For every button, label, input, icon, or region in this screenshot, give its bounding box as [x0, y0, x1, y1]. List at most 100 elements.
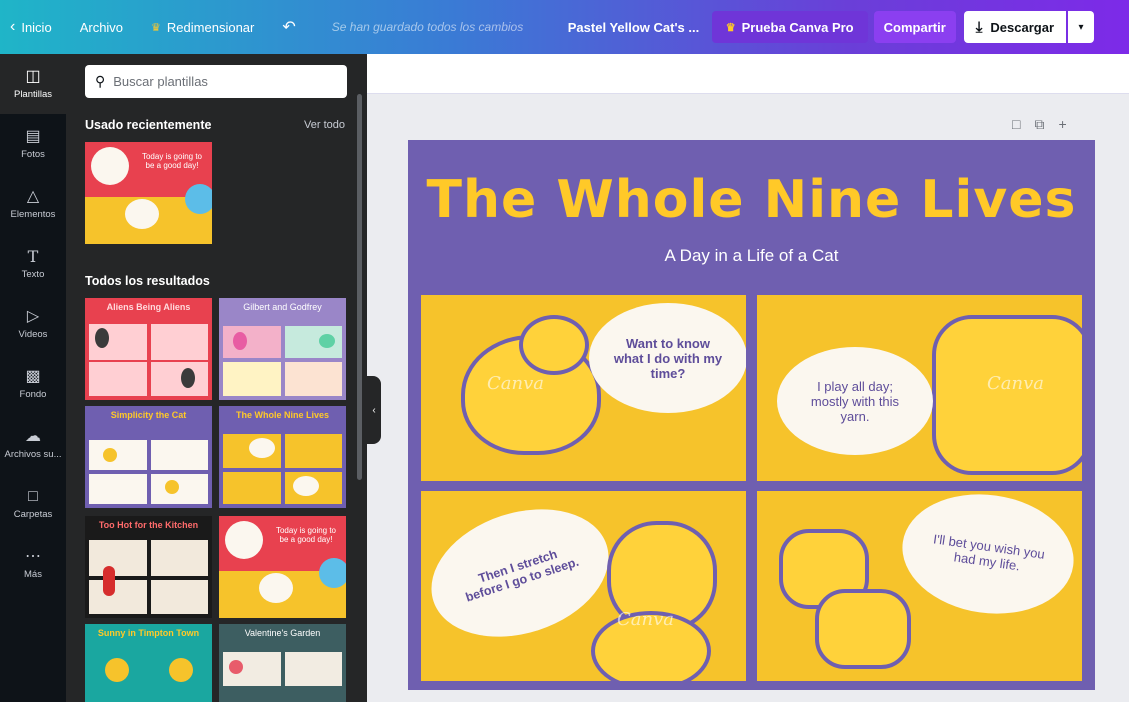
- cat-head: [519, 315, 589, 375]
- more-icon: ⋯: [25, 547, 41, 565]
- panel-bg: [285, 652, 342, 686]
- chevron-left-icon: ‹: [10, 18, 16, 35]
- download-icon: ⤓: [975, 18, 983, 36]
- bean-character: [233, 332, 247, 350]
- recent-template-thumbnail[interactable]: Today is going to be a good day!: [85, 142, 212, 244]
- template-sunny-in-timpton-town[interactable]: Sunny in Timpton Town: [85, 624, 212, 702]
- panel-bg: [151, 440, 208, 470]
- page-tools: □ ⧉ +: [1012, 116, 1067, 133]
- speech-bubble: [293, 476, 319, 496]
- panel-scrollbar[interactable]: [357, 94, 362, 480]
- cloud-character: [125, 199, 159, 229]
- resize-button[interactable]: ♛ Redimensionar: [135, 0, 266, 54]
- panel-bg: [223, 362, 281, 396]
- panel-bg: [151, 362, 208, 396]
- background-icon: ▩: [25, 367, 41, 385]
- share-button[interactable]: Compartir: [873, 11, 956, 43]
- download-options-button[interactable]: ▾: [1068, 11, 1095, 43]
- template-gilbert-and-godfrey[interactable]: Gilbert and Godfrey: [219, 298, 346, 400]
- comic-panel-4[interactable]: I'll bet you wish you had my life.: [757, 491, 1082, 681]
- cloud-character: [259, 573, 293, 603]
- panel-bg: [285, 434, 342, 468]
- cat-character: [103, 448, 117, 462]
- note-icon[interactable]: □: [1012, 116, 1020, 133]
- speech-bubble: [249, 438, 275, 458]
- design-canvas[interactable]: The Whole Nine Lives A Day in a Life of …: [408, 140, 1095, 690]
- templates-panel: ⚲ Buscar plantillas Usado recientemente …: [66, 54, 367, 702]
- template-aliens-being-aliens[interactable]: Aliens Being Aliens: [85, 298, 212, 400]
- canva-watermark: Canva: [987, 373, 1044, 394]
- design-subtitle[interactable]: A Day in a Life of a Cat: [408, 246, 1095, 266]
- speech-bubble-3[interactable]: Then I stretch before I go to sleep.: [421, 491, 626, 659]
- folder-icon: □: [28, 487, 38, 505]
- speech-bubble-4[interactable]: I'll bet you wish you had my life.: [894, 491, 1082, 625]
- template-icon: ◫: [25, 67, 41, 85]
- nav-background[interactable]: ▩ Fondo: [0, 354, 66, 414]
- blue-circle: [319, 558, 346, 588]
- panel-bg: [151, 474, 208, 504]
- chevron-left-icon: ‹: [372, 404, 376, 416]
- template-simplicity-the-cat[interactable]: Simplicity the Cat: [85, 406, 212, 508]
- cat-character: [815, 589, 911, 669]
- duplicate-icon[interactable]: ⧉: [1034, 116, 1044, 133]
- text-icon: T: [27, 246, 39, 266]
- design-title[interactable]: The Whole Nine Lives: [408, 170, 1095, 230]
- nav-videos[interactable]: ▷ Videos: [0, 294, 66, 354]
- search-icon: ⚲: [95, 73, 106, 89]
- bean-character: [319, 334, 335, 348]
- panel-bg: [89, 474, 147, 504]
- template-good-day[interactable]: Today is going to be a good day!: [219, 516, 346, 618]
- panel-bg: [151, 540, 208, 576]
- top-bar: ‹ Inicio Archivo ♛ Redimensionar ↶ Se ha…: [0, 0, 1129, 54]
- document-title[interactable]: Pastel Yellow Cat's ...: [558, 0, 706, 54]
- sun-character: [105, 658, 129, 682]
- template-too-hot-for-the-kitchen[interactable]: Too Hot for the Kitchen: [85, 516, 212, 618]
- speech-bubble-1[interactable]: Want to know what I do with my time?: [589, 303, 746, 413]
- file-menu[interactable]: Archivo: [64, 0, 135, 54]
- nav-elements[interactable]: △ Elementos: [0, 174, 66, 234]
- speech-bubble-2[interactable]: I play all day; mostly with this yarn.: [777, 347, 933, 455]
- see-all-link[interactable]: Ver todo: [304, 119, 345, 131]
- panel-bg: [89, 580, 147, 614]
- download-button[interactable]: ⤓ Descargar: [963, 11, 1067, 43]
- cloud-character: [91, 147, 129, 185]
- chevron-down-icon: ▾: [1078, 21, 1084, 33]
- nav-folders[interactable]: □ Carpetas: [0, 474, 66, 534]
- home-button[interactable]: ‹ Inicio: [0, 0, 64, 54]
- photo-icon: ▤: [25, 127, 41, 145]
- panel-bg: [151, 324, 208, 360]
- panel-bg: [89, 540, 147, 576]
- template-valentines-garden[interactable]: Valentine's Garden: [219, 624, 346, 702]
- nav-photos[interactable]: ▤ Fotos: [0, 114, 66, 174]
- panel-bg: [223, 326, 281, 358]
- add-page-icon[interactable]: +: [1058, 116, 1066, 133]
- all-results-heading: Todos los resultados: [85, 274, 210, 288]
- blue-circle: [185, 184, 212, 214]
- search-input[interactable]: ⚲ Buscar plantillas: [85, 65, 347, 98]
- side-navigation: ◫ Plantillas ▤ Fotos △ Elementos T Texto…: [0, 54, 66, 702]
- recent-heading: Usado recientemente: [85, 118, 212, 132]
- undo-button[interactable]: ↶: [266, 0, 307, 54]
- undo-icon: ↶: [282, 19, 296, 36]
- crown-icon: ♛: [725, 21, 736, 34]
- canva-watermark: Canva: [617, 609, 674, 630]
- template-the-whole-nine-lives[interactable]: The Whole Nine Lives: [219, 406, 346, 508]
- panel-bg: [89, 362, 147, 396]
- nav-more[interactable]: ⋯ Más: [0, 534, 66, 594]
- comic-panel-3[interactable]: Then I stretch before I go to sleep. Can…: [421, 491, 746, 681]
- alien-character: [181, 368, 195, 388]
- nav-uploads[interactable]: ☁ Archivos su...: [0, 414, 66, 474]
- save-status: Se han guardado todos los cambios: [331, 20, 524, 34]
- panel-bg: [285, 362, 342, 396]
- try-pro-button[interactable]: ♛ Prueba Canva Pro: [711, 11, 868, 43]
- nav-templates[interactable]: ◫ Plantillas: [0, 54, 66, 114]
- thumb-text: Today is going to be a good day!: [141, 152, 203, 170]
- panel-bg: [223, 472, 281, 504]
- panel-bg: [89, 440, 147, 470]
- comic-panel-2[interactable]: Canva I play all day; mostly with this y…: [757, 295, 1082, 481]
- comic-panel-1[interactable]: Canva Want to know what I do with my tim…: [421, 295, 746, 481]
- cat-character: [932, 315, 1082, 475]
- nav-text[interactable]: T Texto: [0, 234, 66, 294]
- collapse-panel-button[interactable]: ‹: [367, 376, 381, 444]
- alien-character: [95, 328, 109, 348]
